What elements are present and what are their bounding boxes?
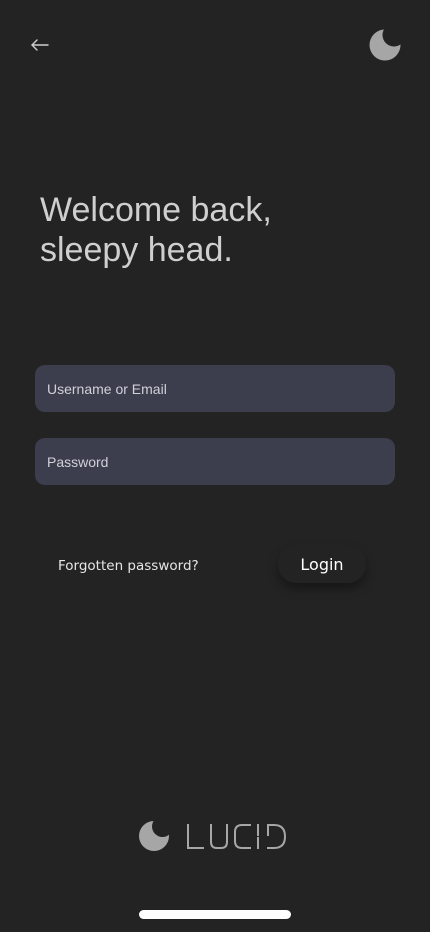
back-button[interactable]: [28, 34, 52, 56]
password-field[interactable]: [35, 438, 395, 485]
welcome-heading: Welcome back, sleepy head.: [40, 190, 272, 270]
welcome-line-1: Welcome back,: [40, 191, 272, 229]
brand-wordmark: [187, 824, 287, 849]
moon-icon: [139, 821, 169, 851]
arrow-left-icon: [31, 39, 49, 51]
login-button[interactable]: Login: [278, 545, 366, 583]
moon-icon[interactable]: [368, 28, 402, 62]
forgot-password-link[interactable]: Forgotten password?: [58, 558, 199, 574]
home-indicator: [139, 910, 291, 919]
welcome-line-2: sleepy head.: [40, 231, 233, 269]
brand-logo: [138, 820, 290, 852]
username-field[interactable]: [35, 365, 395, 412]
